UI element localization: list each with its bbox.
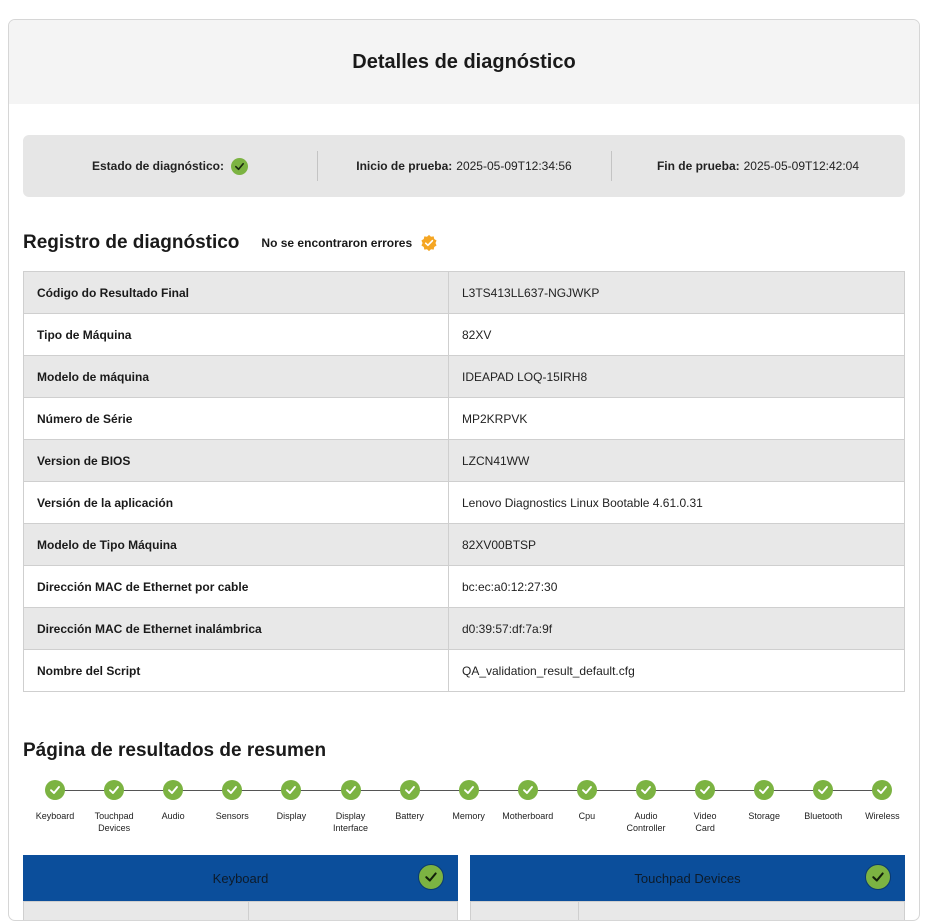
- check-circle-icon: [399, 780, 420, 800]
- table-row: Versión de la aplicación Lenovo Diagnosti…: [23, 481, 905, 524]
- row-value: LZCN41WW: [448, 439, 905, 482]
- check-circle-icon: [576, 780, 597, 800]
- check-circle-icon: [163, 780, 184, 800]
- card-header: Keyboard: [23, 855, 458, 901]
- card-divider: [578, 902, 579, 920]
- test-start: Inicio de prueba: 2025-05-09T12:34:56: [317, 135, 611, 197]
- diagnostic-log-header: Registro de diagnóstico No se encontraro…: [23, 232, 438, 254]
- check-circle-icon: [418, 864, 444, 890]
- card-divider: [248, 902, 249, 920]
- card-title: Touchpad Devices: [634, 870, 741, 886]
- row-key: Número de Série: [23, 397, 449, 440]
- diagnostic-details-page: Detalles de diagnóstico Estado de diagnó…: [8, 19, 920, 921]
- check-circle-icon: [754, 780, 775, 800]
- row-key: Versión de la aplicación: [23, 481, 449, 524]
- summary-step[interactable]: Wireless: [847, 780, 917, 822]
- table-row: Dirección MAC de Ethernet por cable bc:ec…: [23, 565, 905, 608]
- row-value: 82XV00BTSP: [448, 523, 905, 566]
- row-key: Modelo de Tipo Máquina: [23, 523, 449, 566]
- page-header: Detalles de diagnóstico: [9, 20, 919, 104]
- test-end-label: Fin de prueba:: [656, 159, 740, 173]
- row-key: Nombre del Script: [23, 649, 449, 692]
- check-circle-icon: [45, 780, 65, 800]
- diagnostic-state: Estado de diagnóstico:: [23, 135, 317, 197]
- check-circle-icon: [104, 780, 125, 800]
- row-value: bc:ec:a0:12:27:30: [448, 565, 905, 608]
- check-circle-icon: [231, 157, 248, 175]
- result-card-keyboard[interactable]: Keyboard: [23, 855, 458, 920]
- check-circle-icon: [517, 780, 538, 800]
- diagnostic-log-table: Código do Resultado Final L3TS413LL637-NG…: [23, 271, 905, 692]
- check-circle-icon: [281, 780, 302, 800]
- check-circle-icon: [695, 780, 716, 800]
- summary-steps: Keyboard Touchpad Devices Audio Sensors Displ…: [9, 780, 919, 840]
- step-label-line2: Devices: [98, 823, 131, 833]
- table-row: Version de BIOS LZCN41WW: [23, 439, 905, 482]
- page-title: Detalles de diagnóstico: [352, 50, 576, 73]
- row-value: d0:39:57:df:7a:9f: [448, 607, 905, 650]
- row-key: Dirección MAC de Ethernet por cable: [23, 565, 449, 608]
- check-circle-icon: [222, 780, 243, 800]
- test-start-value: 2025-05-09T12:34:56: [456, 159, 572, 173]
- row-key: Modelo de máquina: [23, 355, 449, 398]
- check-circle-icon: [636, 780, 656, 800]
- diagnostic-state-label: Estado de diagnóstico:: [91, 159, 224, 173]
- table-row: Nombre del Script QA_validation_result_de…: [23, 649, 905, 692]
- card-title: Keyboard: [212, 870, 269, 886]
- step-label-line2: Interface: [332, 823, 369, 833]
- table-row: Dirección MAC de Ethernet inalámbrica d0:…: [23, 607, 905, 650]
- table-row: Código do Resultado Final L3TS413LL637-NG…: [23, 271, 905, 314]
- check-circle-icon: [458, 780, 479, 800]
- row-value: 82XV: [448, 313, 905, 356]
- check-circle-icon: [865, 864, 891, 890]
- check-circle-icon: [340, 780, 361, 800]
- test-end: Fin de prueba: 2025-05-09T12:42:04: [611, 135, 905, 197]
- row-key: Dirección MAC de Ethernet inalámbrica: [23, 607, 449, 650]
- row-key: Código do Resultado Final: [23, 271, 449, 314]
- table-row: Número de Série MP2KRPVK: [23, 397, 905, 440]
- check-circle-icon: [872, 780, 893, 800]
- row-key: Tipo de Máquina: [23, 313, 449, 356]
- card-body: [23, 901, 458, 920]
- row-value: L3TS413LL637-NGJWKP: [448, 271, 905, 314]
- row-value: Lenovo Diagnostics Linux Bootable 4.61.0…: [448, 481, 905, 524]
- step-label-line1: Wireless: [865, 811, 900, 821]
- step-label: Wireless: [847, 810, 917, 822]
- test-end-value: 2025-05-09T12:42:04: [743, 159, 860, 173]
- row-value: IDEAPAD LOQ-15IRH8: [448, 355, 905, 398]
- no-errors-text: No se encontraron errores: [261, 236, 413, 250]
- step-label-line2: Card: [695, 823, 715, 833]
- diagnostic-log-title: Registro de diagnóstico: [23, 232, 240, 253]
- row-value: QA_validation_result_default.cfg: [448, 649, 905, 692]
- test-start-label: Inicio de prueba:: [356, 159, 453, 173]
- diagnostic-status-bar: Estado de diagnóstico: Inicio de prueba:…: [23, 135, 905, 197]
- verified-badge-icon: [420, 234, 438, 252]
- table-row: Tipo de Máquina 82XV: [23, 313, 905, 356]
- row-value: MP2KRPVK: [448, 397, 905, 440]
- card-header: Touchpad Devices: [470, 855, 905, 901]
- card-body: [470, 901, 905, 920]
- table-row: Modelo de Tipo Máquina 82XV00BTSP: [23, 523, 905, 566]
- summary-title: Página de resultados de resumen: [23, 740, 327, 761]
- row-key: Version de BIOS: [23, 439, 449, 482]
- table-row: Modelo de máquina IDEAPAD LOQ-15IRH8: [23, 355, 905, 398]
- check-circle-icon: [813, 780, 834, 800]
- result-card-touchpad-devices[interactable]: Touchpad Devices: [470, 855, 905, 920]
